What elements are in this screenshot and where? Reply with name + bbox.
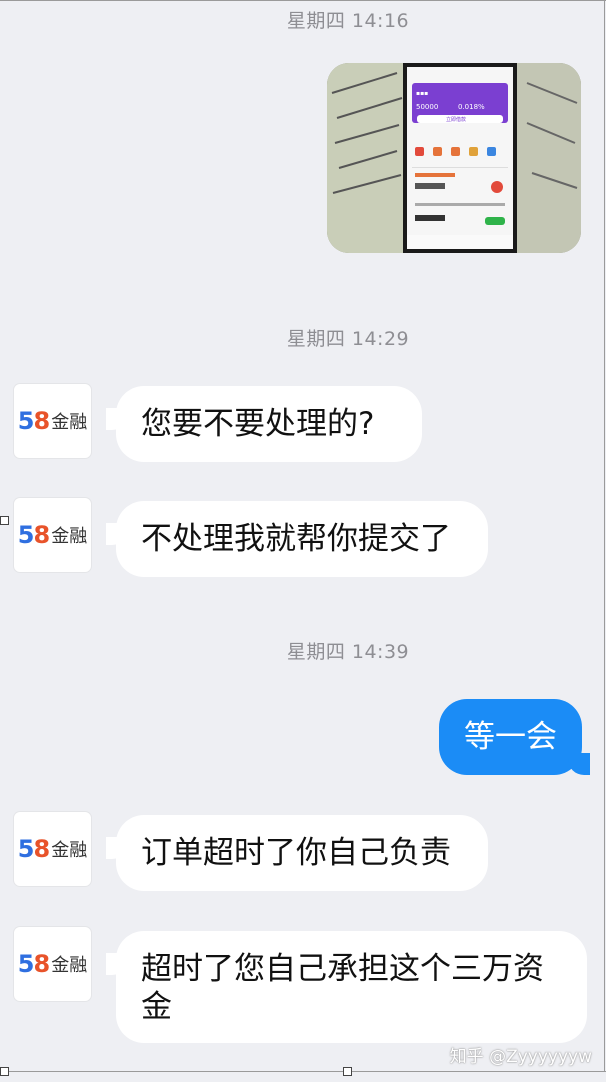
- avatar-number: 58: [17, 521, 50, 549]
- avatar[interactable]: 58 金融: [14, 812, 91, 886]
- watermark: 知乎 @Zyyyyyyw: [449, 1047, 592, 1067]
- frame-top-line: [0, 0, 606, 1]
- message-text: 超时了您自己承担这个三万资金: [141, 951, 544, 1025]
- resize-handle-left[interactable]: [0, 516, 9, 525]
- photo-amount: 50000: [416, 103, 438, 111]
- timestamp: 星期四 14:39: [286, 641, 410, 663]
- avatar[interactable]: 58 金融: [14, 498, 91, 572]
- message-text: 等一会: [464, 719, 557, 755]
- avatar[interactable]: 58 金融: [14, 384, 91, 458]
- resize-handle-bottom-left[interactable]: [0, 1067, 9, 1076]
- frame-bottom-line: [0, 1071, 606, 1072]
- avatar-number: 58: [17, 950, 50, 978]
- resize-handle-bottom-center[interactable]: [343, 1067, 352, 1076]
- avatar-number: 58: [17, 835, 50, 863]
- avatar-label: 金融: [51, 840, 88, 861]
- message-text: 您要不要处理的?: [141, 406, 375, 442]
- message-text: 不处理我就帮你提交了: [141, 521, 451, 557]
- avatar-label: 金融: [51, 412, 88, 433]
- timestamp: 星期四 14:29: [286, 328, 410, 350]
- photo-button: 立即借款: [446, 116, 466, 123]
- avatar-label: 金融: [51, 955, 88, 976]
- avatar-label: 金融: [51, 526, 88, 547]
- message-bubble-incoming[interactable]: 不处理我就帮你提交了: [106, 501, 488, 577]
- frame-right-line: [604, 0, 605, 1072]
- message-bubble-incoming[interactable]: 您要不要处理的?: [106, 386, 422, 462]
- message-bubble-incoming[interactable]: 超时了您自己承担这个三万资金: [106, 931, 587, 1043]
- timestamp: 星期四 14:16: [286, 10, 410, 32]
- photo-rate: 0.018%: [458, 103, 485, 111]
- photo-message[interactable]: ▪▪▪ 50000 0.018% 立即借款: [327, 63, 581, 253]
- message-bubble-incoming[interactable]: 订单超时了你自己负责: [106, 815, 488, 891]
- message-text: 订单超时了你自己负责: [141, 835, 451, 871]
- avatar-number: 58: [17, 407, 50, 435]
- phone-screenshot-photo: ▪▪▪ 50000 0.018% 立即借款: [327, 63, 581, 253]
- svg-text:▪▪▪: ▪▪▪: [416, 90, 428, 97]
- message-bubble-outgoing[interactable]: 等一会: [439, 699, 590, 775]
- avatar[interactable]: 58 金融: [14, 927, 91, 1001]
